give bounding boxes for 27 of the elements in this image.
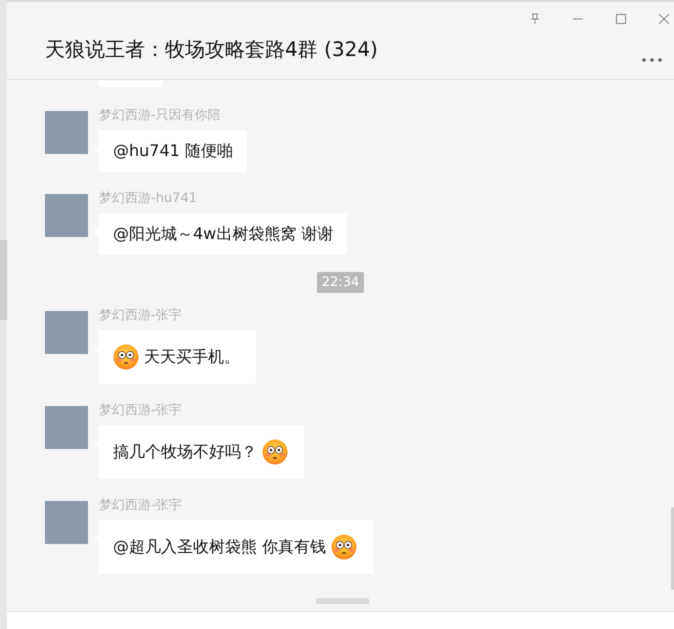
avatar-photo-placeholder[interactable] bbox=[45, 111, 88, 154]
avatar-photo-placeholder[interactable] bbox=[45, 501, 88, 544]
message-text: @阳光城～4w出树袋熊窝 谢谢 bbox=[113, 224, 334, 244]
avatar-photo-placeholder[interactable] bbox=[45, 406, 88, 449]
timestamp-background bbox=[316, 598, 369, 604]
message-text: 搞几个牧场不好吗？ bbox=[113, 442, 257, 462]
sender-name: 梦幻西游-只因有你陪 bbox=[99, 107, 221, 125]
chat-title: 天狼说王者：牧场攻略套路4群 (324) bbox=[45, 36, 379, 63]
timestamp: 22:34 bbox=[316, 272, 364, 293]
sender-name: 梦幻西游-张宇 bbox=[99, 307, 182, 325]
more-icon[interactable] bbox=[642, 58, 662, 62]
pin-icon[interactable] bbox=[529, 13, 541, 25]
scrollbar[interactable] bbox=[671, 507, 674, 590]
avatar-photo-placeholder[interactable] bbox=[45, 311, 88, 354]
close-icon[interactable] bbox=[658, 13, 670, 25]
maximize-icon[interactable] bbox=[615, 13, 627, 25]
message-input[interactable] bbox=[7, 611, 674, 629]
flushed-face-icon bbox=[262, 439, 288, 465]
flushed-face-icon bbox=[113, 344, 139, 370]
avatar-photo-placeholder[interactable] bbox=[45, 194, 88, 237]
message-text: @hu741 随便啪 bbox=[113, 140, 233, 162]
sender-name: 梦幻西游-张宇 bbox=[99, 402, 182, 420]
sender-name: 梦幻西游-hu741 bbox=[99, 190, 197, 208]
message-text: 天天买手机。 bbox=[144, 346, 240, 368]
message-text: @超凡入圣收树袋熊 你真有钱 bbox=[113, 536, 326, 558]
flushed-face-icon bbox=[331, 534, 358, 560]
sender-name: 梦幻西游-张宇 bbox=[99, 497, 182, 515]
